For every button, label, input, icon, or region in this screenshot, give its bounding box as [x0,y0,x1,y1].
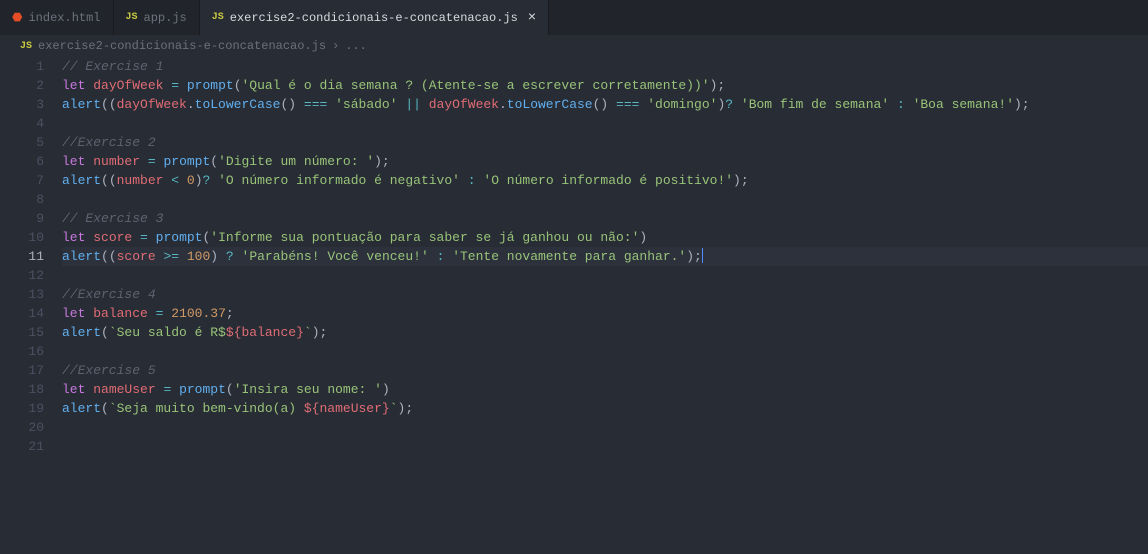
tab-label: index.html [28,11,100,25]
line-number: 10 [0,228,44,247]
line-number: 11 [0,247,44,266]
breadcrumb-separator: › [332,39,339,53]
code-line[interactable]: alert((dayOfWeek.toLowerCase() === 'sába… [62,95,1148,114]
js-icon: JS [20,41,32,52]
breadcrumb-file[interactable]: exercise2-condicionais-e-concatenacao.js [38,39,326,53]
line-number: 13 [0,285,44,304]
line-number: 16 [0,342,44,361]
code-line[interactable]: alert(`Seja muito bem-vindo(a) ${nameUse… [62,399,1148,418]
code-line[interactable]: // Exercise 1 [62,57,1148,76]
code-line[interactable] [62,114,1148,133]
js-icon: JS [126,12,138,23]
line-number: 8 [0,190,44,209]
code-line[interactable] [62,437,1148,456]
code-line[interactable] [62,342,1148,361]
code-line[interactable]: let balance = 2100.37; [62,304,1148,323]
code-line[interactable]: let nameUser = prompt('Insira seu nome: … [62,380,1148,399]
close-icon[interactable]: × [528,10,536,26]
line-number: 20 [0,418,44,437]
line-number: 12 [0,266,44,285]
line-number: 7 [0,171,44,190]
code-line[interactable]: //Exercise 2 [62,133,1148,152]
code-line[interactable]: alert(`Seu saldo é R$${balance}`); [62,323,1148,342]
code-line[interactable]: let number = prompt('Digite um número: '… [62,152,1148,171]
breadcrumb: JS exercise2-condicionais-e-concatenacao… [0,35,1148,57]
line-number: 21 [0,437,44,456]
line-number: 19 [0,399,44,418]
line-number: 18 [0,380,44,399]
tab-bar: ⬣ index.html JS app.js JS exercise2-condicion… [0,0,1148,35]
html-icon: ⬣ [12,10,22,25]
tab-label: app.js [144,11,187,25]
code-editor[interactable]: 123456789101112131415161718192021 // Exe… [0,57,1148,456]
code-line[interactable]: //Exercise 4 [62,285,1148,304]
code-line[interactable]: let dayOfWeek = prompt('Qual é o dia sem… [62,76,1148,95]
code-line[interactable]: alert((number < 0)? 'O número informado … [62,171,1148,190]
code-line[interactable]: let score = prompt('Informe sua pontuaçã… [62,228,1148,247]
line-number: 5 [0,133,44,152]
line-number: 1 [0,57,44,76]
line-number: 2 [0,76,44,95]
code-line[interactable] [62,418,1148,437]
breadcrumb-rest[interactable]: ... [345,39,367,53]
tab-index-html[interactable]: ⬣ index.html [0,0,114,35]
code-line[interactable]: //Exercise 5 [62,361,1148,380]
js-icon: JS [212,12,224,23]
line-number-gutter: 123456789101112131415161718192021 [0,57,62,456]
code-line[interactable]: // Exercise 3 [62,209,1148,228]
code-area[interactable]: // Exercise 1let dayOfWeek = prompt('Qua… [62,57,1148,456]
text-cursor [702,248,703,263]
line-number: 14 [0,304,44,323]
code-line[interactable] [62,190,1148,209]
code-line[interactable] [62,266,1148,285]
line-number: 9 [0,209,44,228]
code-line[interactable]: alert((score >= 100) ? 'Parabéns! Você v… [62,247,1148,266]
line-number: 4 [0,114,44,133]
line-number: 6 [0,152,44,171]
line-number: 17 [0,361,44,380]
tab-label: exercise2-condicionais-e-concatenacao.js [230,11,518,25]
line-number: 3 [0,95,44,114]
tab-app-js[interactable]: JS app.js [114,0,200,35]
line-number: 15 [0,323,44,342]
tab-exercise2-condicionais-e-concatenacao-js[interactable]: JS exercise2-condicionais-e-concatenacao.… [200,0,549,35]
